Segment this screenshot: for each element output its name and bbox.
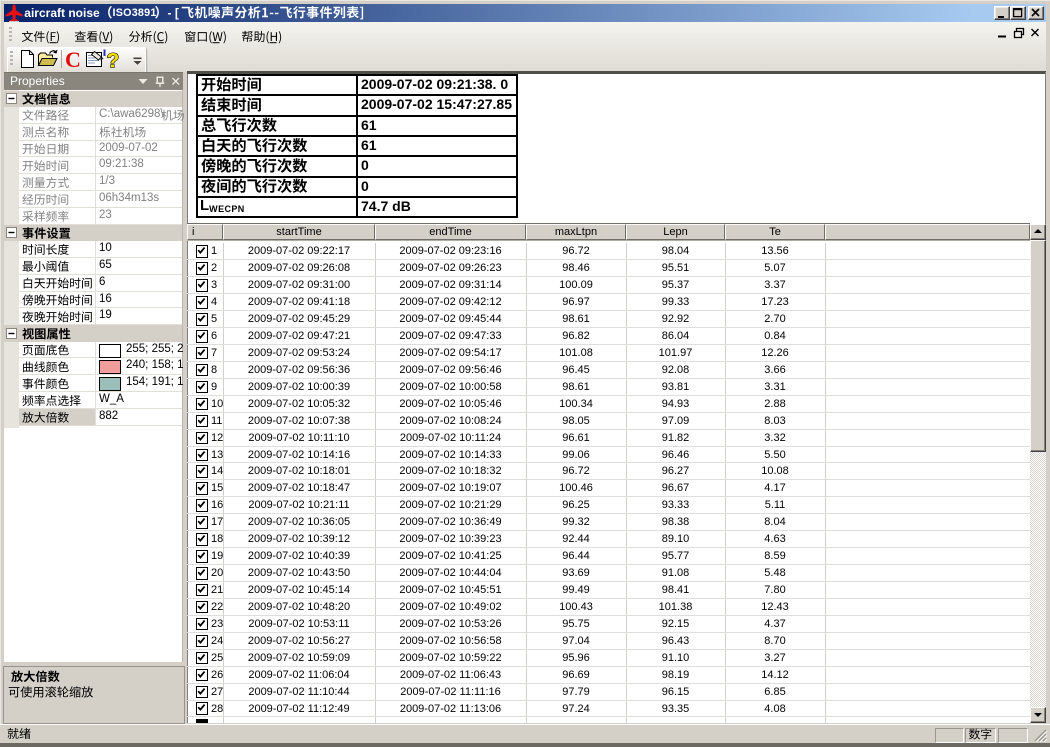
svg-text:?: ?	[107, 50, 120, 73]
svg-text:C: C	[65, 47, 81, 72]
